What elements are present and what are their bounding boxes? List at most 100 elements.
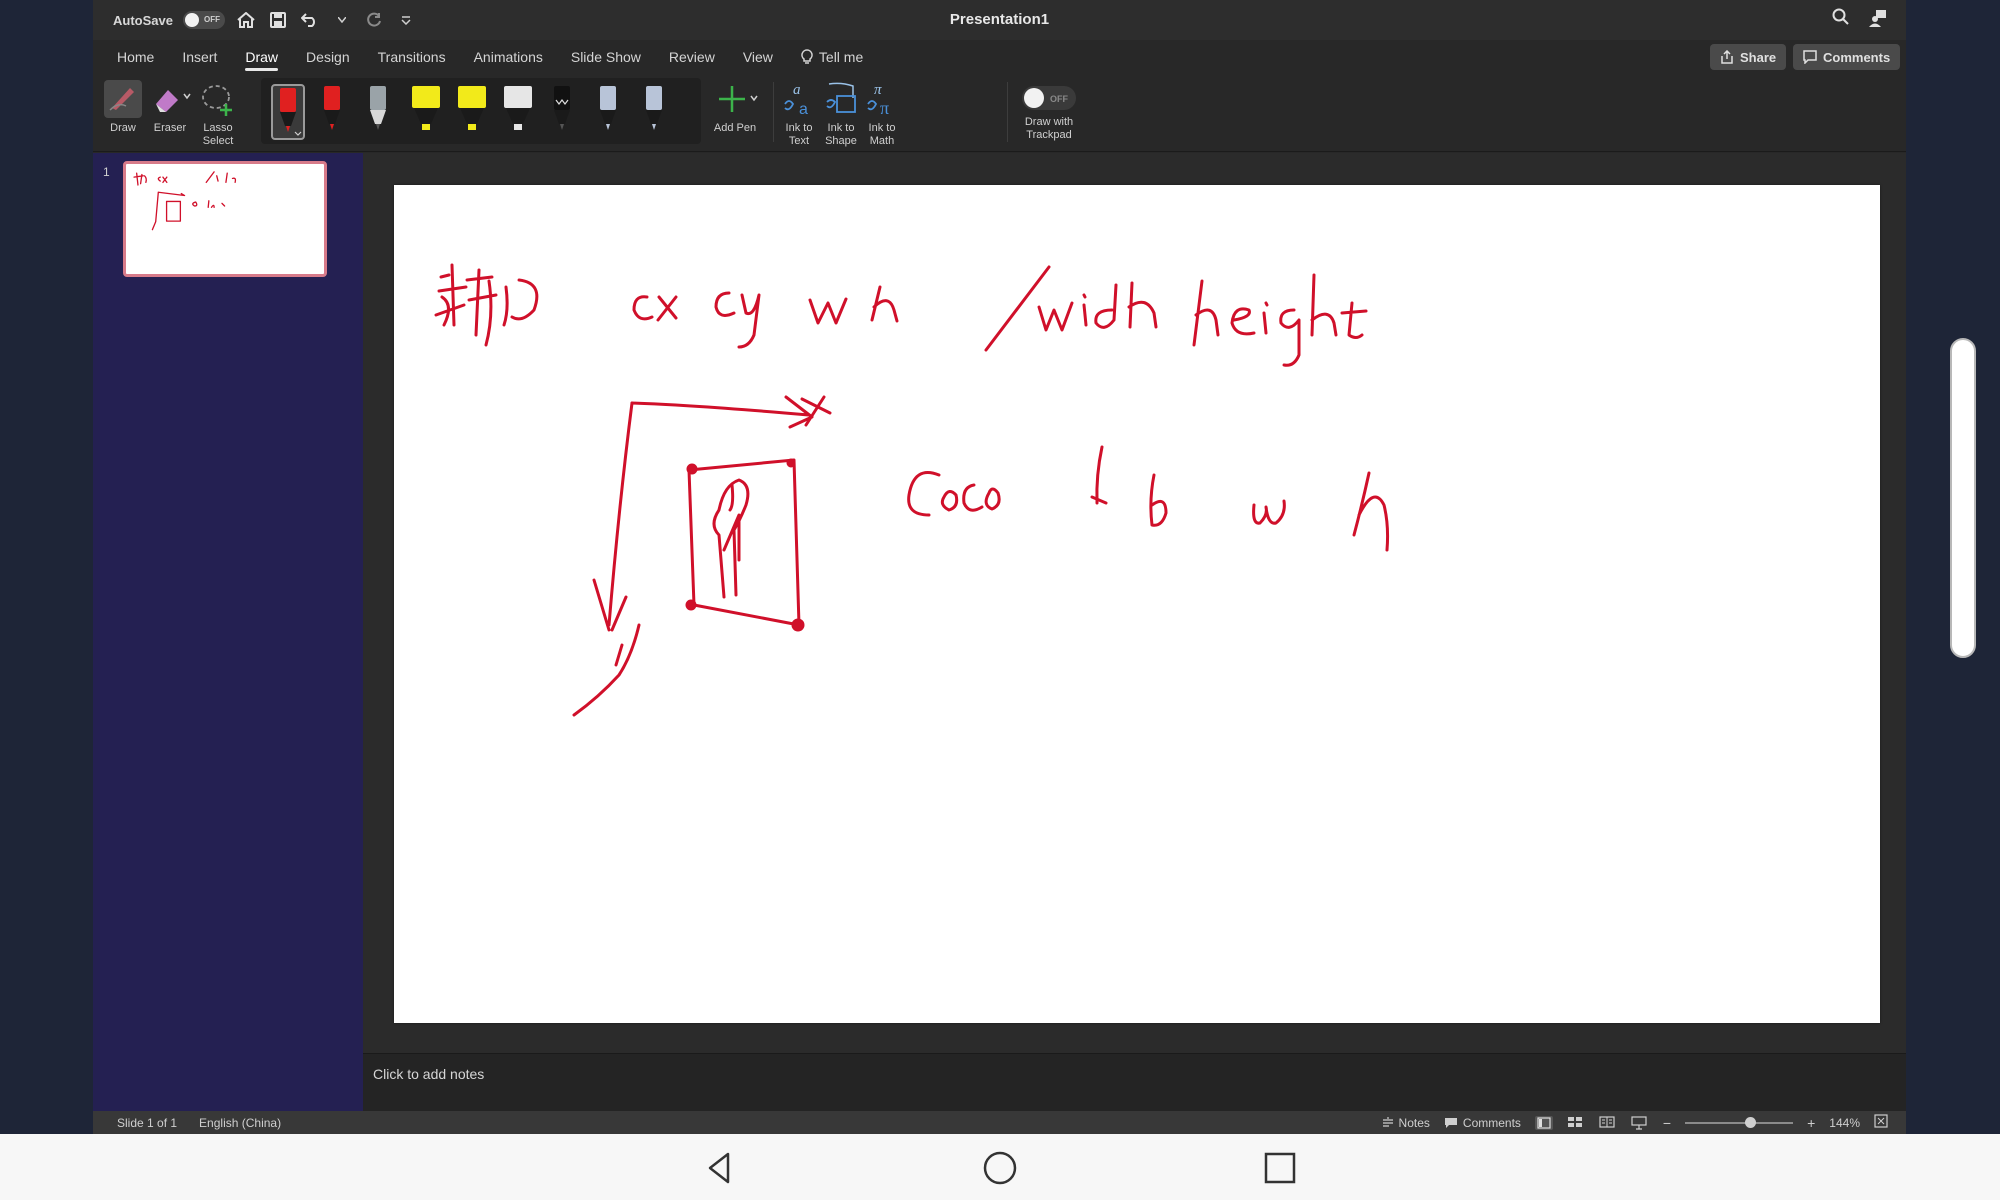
eraser-tool[interactable]: Eraser	[145, 80, 195, 135]
system-navigation-bar	[0, 1134, 2000, 1200]
recent-apps-icon[interactable]	[1258, 1146, 1302, 1190]
tab-review[interactable]: Review	[655, 40, 729, 74]
highlighter-yellow-1[interactable]	[409, 84, 443, 140]
ink-to-shape-button[interactable]: Ink to Shape	[820, 80, 862, 148]
ink-stroke-w	[808, 297, 848, 325]
slide-sorter-icon[interactable]	[1567, 1116, 1585, 1130]
thumbnail-ink-preview	[133, 171, 237, 231]
tab-slide-show[interactable]: Slide Show	[557, 40, 655, 74]
pencil-gray[interactable]	[363, 84, 397, 140]
share-button[interactable]: Share	[1710, 44, 1787, 70]
draw-trackpad-label-1: Draw with	[1024, 116, 1074, 128]
eraser-icon	[156, 90, 191, 112]
pen-draw-icon	[109, 88, 134, 111]
pen-black[interactable]	[547, 84, 581, 140]
trackpad-toggle-switch[interactable]: OFF	[1022, 86, 1076, 110]
ink-to-math-button[interactable]: ππ Ink to Math	[862, 80, 902, 148]
toggle-knob	[1024, 88, 1044, 108]
pen-light-blue-2[interactable]	[639, 84, 673, 140]
add-pen-label: Add Pen	[713, 122, 757, 134]
comment-icon	[1803, 50, 1817, 64]
comments-button[interactable]: Comments	[1793, 44, 1901, 70]
pen-icon	[554, 86, 570, 130]
zoom-out-icon[interactable]: −	[1663, 1115, 1671, 1131]
eraser-label: Eraser	[153, 122, 187, 134]
share-icon	[1721, 50, 1733, 64]
plus-icon	[719, 86, 758, 112]
tab-home[interactable]: Home	[103, 40, 168, 74]
ink-to-text-label-1: Ink to	[785, 122, 813, 134]
slide-thumbnail[interactable]	[123, 161, 327, 277]
ribbon-separator	[1007, 82, 1008, 142]
ink-stroke-chinese	[434, 263, 539, 347]
ink-stroke-l	[1090, 445, 1108, 505]
zoom-slider[interactable]	[1685, 1116, 1794, 1128]
ink-to-text-icon: aa	[784, 82, 808, 118]
lasso-select-tool[interactable]: Lasso Select	[193, 80, 243, 148]
ink-to-math-icon: ππ	[867, 82, 889, 118]
zoom-in-icon[interactable]: +	[1807, 1115, 1815, 1131]
window-title: Presentation1	[949, 11, 1050, 28]
ink-stroke-cx	[632, 295, 678, 322]
highlighter-icon	[504, 86, 532, 130]
notes-label: Notes	[1398, 1115, 1430, 1130]
tell-me-label: Tell me	[818, 49, 864, 65]
ink-to-text-button[interactable]: aa Ink to Text	[779, 80, 819, 148]
highlighter-icon	[458, 86, 486, 130]
slide-canvas[interactable]	[394, 185, 1880, 1023]
pen-light-blue-1[interactable]	[593, 84, 627, 140]
language-indicator[interactable]: English (China)	[199, 1116, 281, 1130]
draw-trackpad-label-2: Trackpad	[1026, 129, 1072, 141]
tab-draw[interactable]: Draw	[231, 40, 292, 74]
tab-insert[interactable]: Insert	[168, 40, 231, 74]
ribbon-separator	[773, 82, 774, 142]
slideshow-view-icon[interactable]	[1631, 1115, 1649, 1130]
zoom-level[interactable]: 144%	[1829, 1116, 1860, 1130]
notes-toggle[interactable]: Notes	[1382, 1116, 1430, 1130]
share-label: Share	[1740, 49, 1777, 65]
draw-tool[interactable]: Draw	[101, 80, 145, 135]
comments-toggle[interactable]: Comments	[1444, 1116, 1521, 1130]
ink-dot	[686, 463, 698, 475]
highlighter-yellow-2[interactable]	[455, 84, 489, 140]
tab-view[interactable]: View	[729, 40, 787, 74]
comments-label: Comments	[1823, 49, 1891, 65]
pen-gallery	[261, 78, 701, 144]
ink-stroke-coco	[907, 471, 1001, 517]
notes-placeholder: Click to add notes	[373, 1066, 485, 1082]
back-icon[interactable]	[698, 1146, 742, 1190]
pen-icon	[280, 88, 302, 136]
lasso-label-1: Lasso	[203, 122, 233, 134]
home-circle-icon[interactable]	[978, 1146, 1022, 1190]
fit-to-window-icon[interactable]	[1874, 1114, 1888, 1131]
highlighter-white[interactable]	[501, 84, 535, 140]
pen-red[interactable]	[317, 84, 351, 140]
pen-red-selected[interactable]	[271, 84, 305, 140]
ink-stroke-cy	[714, 291, 761, 349]
ink-stroke-y-axis	[572, 401, 641, 717]
trackpad-toggle-state: OFF	[1050, 94, 1068, 104]
draw-label: Draw	[110, 122, 136, 134]
powerpoint-window: AutoSave OFF Presentation1 Home Insert D…	[93, 0, 1906, 1134]
notes-pane[interactable]: Click to add notes	[363, 1053, 1906, 1111]
reading-view-icon[interactable]	[1599, 1115, 1617, 1130]
tab-design[interactable]: Design	[292, 40, 364, 74]
comments-status-label: Comments	[1462, 1115, 1521, 1130]
ink-to-text-label-2: Text	[788, 135, 810, 147]
ink-stroke-w2	[1252, 499, 1286, 525]
ink-to-math-label-1: Ink to	[868, 122, 896, 134]
floating-scrollbar[interactable]	[1950, 338, 1976, 658]
slide-number: 1	[103, 165, 110, 179]
status-bar: Slide 1 of 1 English (China) Notes Comme…	[93, 1111, 1906, 1134]
screen: AutoSave OFF Presentation1 Home Insert D…	[0, 0, 2000, 1134]
search-icon[interactable]	[1832, 8, 1850, 33]
tell-me-box[interactable]: Tell me	[787, 40, 877, 74]
zoom-slider-thumb[interactable]	[1745, 1116, 1757, 1128]
highlighter-icon	[412, 86, 440, 130]
add-pen-button[interactable]: Add Pen	[705, 80, 765, 135]
normal-view-icon[interactable]	[1534, 1115, 1553, 1130]
draw-with-trackpad-toggle[interactable]: OFF Draw with Trackpad	[1013, 86, 1085, 142]
tab-transitions[interactable]: Transitions	[364, 40, 460, 74]
account-icon[interactable]	[1868, 8, 1888, 33]
tab-animations[interactable]: Animations	[460, 40, 557, 74]
